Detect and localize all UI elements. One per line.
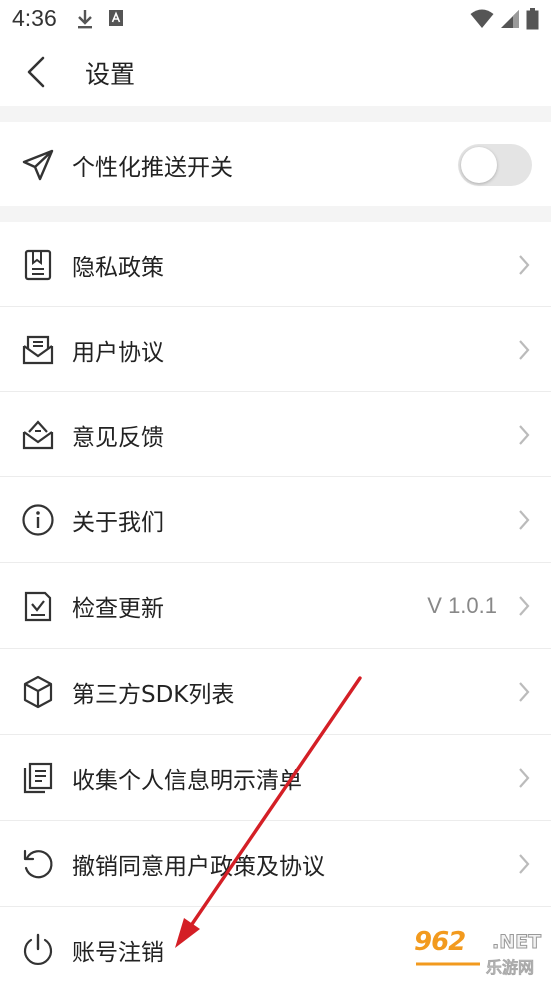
section-divider <box>0 106 551 122</box>
menu-item-feedback[interactable]: 意见反馈 <box>0 392 551 477</box>
version-value: V 1.0.1 <box>427 592 497 618</box>
envelope-open-icon <box>21 333 55 367</box>
toggle-knob <box>461 146 497 183</box>
power-icon <box>21 933 55 967</box>
wifi-icon <box>470 9 494 33</box>
menu-item-privacy-policy[interactable]: 隐私政策 <box>0 222 551 307</box>
push-toggle-label: 个性化推送开关 <box>72 154 233 181</box>
status-icons-left <box>76 9 124 33</box>
push-toggle-switch[interactable] <box>458 143 532 186</box>
watermark-net: .NET <box>491 931 542 954</box>
menu-item-label: 收集个人信息明示清单 <box>72 767 302 794</box>
menu-item-about-us[interactable]: 关于我们 <box>0 477 551 562</box>
chevron-right-icon <box>517 423 531 447</box>
keyboard-a-icon <box>108 9 124 33</box>
menu-item-label: 意见反馈 <box>72 424 164 451</box>
back-button[interactable] <box>16 52 56 92</box>
menu-item-label: 用户协议 <box>72 339 164 366</box>
chevron-right-icon <box>517 766 531 790</box>
revoke-icon <box>21 847 55 881</box>
menu-item-label: 账号注销 <box>72 939 164 966</box>
menu-item-user-agreement[interactable]: 用户协议 <box>0 307 551 392</box>
watermark-stripes <box>416 962 480 966</box>
chevron-right-icon <box>517 852 531 876</box>
status-time: 4:36 <box>12 5 57 31</box>
document-icon <box>21 248 55 282</box>
push-toggle-row: 个性化推送开关 <box>0 122 551 207</box>
menu-item-label: 关于我们 <box>72 509 164 536</box>
menu-item-label: 隐私政策 <box>72 254 164 281</box>
signal-icon <box>500 9 520 33</box>
menu-item-label: 撤销同意用户政策及协议 <box>72 853 325 880</box>
page-title: 设置 <box>85 60 136 89</box>
chevron-right-icon <box>517 338 531 362</box>
list-document-icon <box>21 761 55 795</box>
section-divider <box>0 206 551 222</box>
watermark-logo: 962 .NET 乐游网 <box>414 927 544 977</box>
chevron-right-icon <box>517 508 531 532</box>
battery-icon <box>526 8 539 34</box>
update-check-icon <box>21 589 55 623</box>
feedback-mail-icon <box>21 418 55 452</box>
watermark-site: 乐游网 <box>486 958 535 978</box>
menu-item-check-update[interactable]: 检查更新 V 1.0.1 <box>0 563 551 648</box>
cube-icon <box>21 675 55 709</box>
status-bar: 4:36 <box>0 0 551 38</box>
info-icon <box>21 503 55 537</box>
menu-item-label: 检查更新 <box>72 595 164 622</box>
paper-plane-icon <box>21 148 55 182</box>
chevron-right-icon <box>517 253 531 277</box>
app-header: 设置 <box>0 38 551 106</box>
chevron-right-icon <box>517 594 531 618</box>
menu-item-revoke-consent[interactable]: 撤销同意用户政策及协议 <box>0 821 551 906</box>
chevron-right-icon <box>517 680 531 704</box>
download-icon <box>76 9 94 33</box>
menu-item-third-party-sdk[interactable]: 第三方SDK列表 <box>0 649 551 734</box>
menu-item-label: 第三方SDK列表 <box>72 681 235 708</box>
chevron-left-icon <box>27 56 45 88</box>
status-icons-right <box>470 8 539 34</box>
menu-item-personal-info-list[interactable]: 收集个人信息明示清单 <box>0 735 551 820</box>
watermark-962: 962 <box>414 927 466 957</box>
